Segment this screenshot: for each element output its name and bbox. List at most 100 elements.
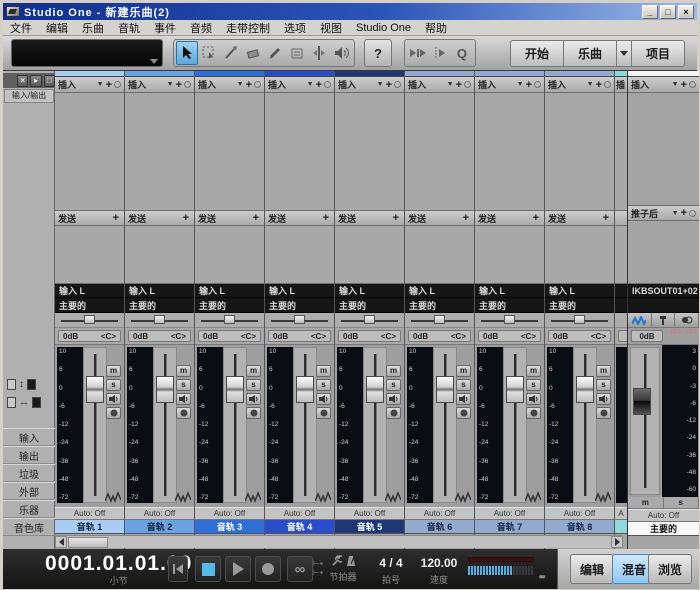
pan-control[interactable]: [125, 313, 194, 328]
pan-handle[interactable]: [364, 315, 375, 324]
output-routing-label[interactable]: 主要的: [55, 298, 124, 313]
loop-button[interactable]: ∞: [287, 556, 313, 582]
tempo-value[interactable]: 120.00: [415, 556, 463, 570]
solo-button[interactable]: s: [176, 379, 191, 391]
waveform-view-button[interactable]: [628, 313, 652, 327]
output-routing-label[interactable]: 主要的: [335, 298, 404, 313]
automation-mode-button[interactable]: Auto: Off: [475, 507, 544, 520]
channel-width-control[interactable]: ↔: [7, 395, 51, 410]
tempo-control[interactable]: 120.00 速度: [415, 556, 463, 586]
monitor-button[interactable]: [386, 393, 401, 405]
add-insert-button[interactable]: +: [246, 79, 252, 91]
send-slot-area[interactable]: [335, 226, 404, 284]
pan-handle[interactable]: [224, 315, 235, 324]
mixer-pin-button[interactable]: ▸: [30, 75, 41, 87]
insert-slot-area[interactable]: [195, 93, 264, 211]
pan-value[interactable]: <C>: [381, 332, 396, 341]
volume-fader[interactable]: [83, 347, 107, 503]
pan-control[interactable]: [195, 313, 264, 328]
automation-mode-button[interactable]: Auto: Off: [335, 507, 404, 520]
mute-tool-button[interactable]: [286, 41, 308, 65]
solo-button[interactable]: s: [526, 379, 541, 391]
pan-value[interactable]: <C>: [591, 332, 606, 341]
wrench-icon[interactable]: [331, 555, 342, 567]
insert-slot-area[interactable]: [628, 93, 699, 206]
automation-mode-button[interactable]: Auto: Off: [628, 509, 699, 522]
pan-handle[interactable]: [434, 315, 445, 324]
project-page-button[interactable]: 项目: [632, 40, 685, 67]
channel-name[interactable]: [615, 520, 627, 534]
record-arm-button[interactable]: [526, 407, 541, 419]
input-routing-label[interactable]: 输入 L: [265, 284, 334, 298]
pan-handle[interactable]: [84, 315, 95, 324]
pan-handle[interactable]: [504, 315, 515, 324]
channel-name[interactable]: 音轨 6: [405, 520, 474, 534]
time-signature-value[interactable]: 4 / 4: [371, 556, 411, 570]
output-routing-label[interactable]: 主要的: [545, 298, 614, 313]
output-routing-label[interactable]: 主要的: [265, 298, 334, 313]
song-page-button[interactable]: 乐曲: [564, 40, 617, 67]
volume-fader[interactable]: [573, 347, 597, 503]
menu-item-8[interactable]: 视图: [313, 20, 349, 36]
output-routing-label[interactable]: 主要的: [125, 298, 194, 313]
sidebar-item-5[interactable]: 音色库: [3, 518, 55, 536]
start-page-button[interactable]: 开始: [510, 40, 564, 67]
input-routing-label[interactable]: 输入 L: [335, 284, 404, 298]
record-arm-button[interactable]: [456, 407, 471, 419]
automation-mode-button[interactable]: Auto: Off: [55, 507, 124, 520]
scroll-right-button[interactable]: [611, 536, 623, 548]
menu-item-7[interactable]: 选项: [277, 20, 313, 36]
mute-button[interactable]: m: [106, 365, 121, 377]
monitor-button[interactable]: [246, 393, 261, 405]
monitor-button[interactable]: [526, 393, 541, 405]
eraser-tool-button[interactable]: [242, 41, 264, 65]
send-slot-area[interactable]: [195, 226, 264, 284]
sidebar-item-1[interactable]: 输出: [3, 446, 55, 464]
pan-control[interactable]: [265, 313, 334, 328]
add-insert-button[interactable]: +: [316, 79, 322, 91]
mixer-detach-button[interactable]: □: [44, 75, 55, 87]
pan-value[interactable]: <C>: [311, 332, 326, 341]
menu-item-1[interactable]: 编辑: [39, 20, 75, 36]
input-routing-label[interactable]: 输入 L: [195, 284, 264, 298]
solo-button[interactable]: s: [316, 379, 331, 391]
stereo-mode-button[interactable]: [675, 313, 699, 327]
automation-mode-button[interactable]: Auto: Off: [265, 507, 334, 520]
chevron-down-icon[interactable]: ▼: [97, 81, 104, 88]
channel-name[interactable]: 音轨 5: [335, 520, 404, 534]
master-solo-button[interactable]: s: [664, 497, 700, 508]
time-signature-control[interactable]: 4 / 4 拍号: [371, 556, 411, 586]
insert-slot-area[interactable]: [475, 93, 544, 211]
chevron-down-icon[interactable]: ▼: [672, 210, 679, 217]
volume-fader[interactable]: [363, 347, 387, 503]
add-send-button[interactable]: +: [681, 207, 687, 219]
close-button[interactable]: ×: [678, 5, 694, 19]
mute-button[interactable]: m: [316, 365, 331, 377]
mute-button[interactable]: m: [386, 365, 401, 377]
pan-control[interactable]: [475, 313, 544, 328]
add-send-button[interactable]: +: [113, 212, 119, 224]
input-routing-label[interactable]: 输入 L: [55, 284, 124, 298]
menu-item-4[interactable]: 事件: [147, 20, 183, 36]
channel-name[interactable]: 音轨 8: [545, 520, 614, 534]
arrow-tool-button[interactable]: [176, 41, 198, 65]
solo-button[interactable]: s: [246, 379, 261, 391]
volume-fader[interactable]: [503, 347, 527, 503]
mute-button[interactable]: m: [456, 365, 471, 377]
help-button[interactable]: ?: [364, 39, 392, 67]
automation-mode-button[interactable]: Auto: Off: [195, 507, 264, 520]
insert-slot-area[interactable]: [125, 93, 194, 211]
menu-item-9[interactable]: Studio One: [349, 22, 418, 34]
add-insert-button[interactable]: +: [681, 79, 687, 91]
input-routing-label[interactable]: 输入 L: [125, 284, 194, 298]
add-send-button[interactable]: +: [393, 212, 399, 224]
record-button[interactable]: [255, 556, 281, 582]
gain-value[interactable]: 0dB: [413, 332, 428, 341]
master-channel-name[interactable]: 主要的: [628, 522, 699, 536]
fader-handle[interactable]: [366, 376, 384, 403]
song-dropdown-button[interactable]: [617, 40, 632, 67]
pan-value[interactable]: <C>: [521, 332, 536, 341]
insert-slot-area[interactable]: [265, 93, 334, 211]
fader-handle[interactable]: [86, 376, 104, 403]
add-send-button[interactable]: +: [533, 212, 539, 224]
